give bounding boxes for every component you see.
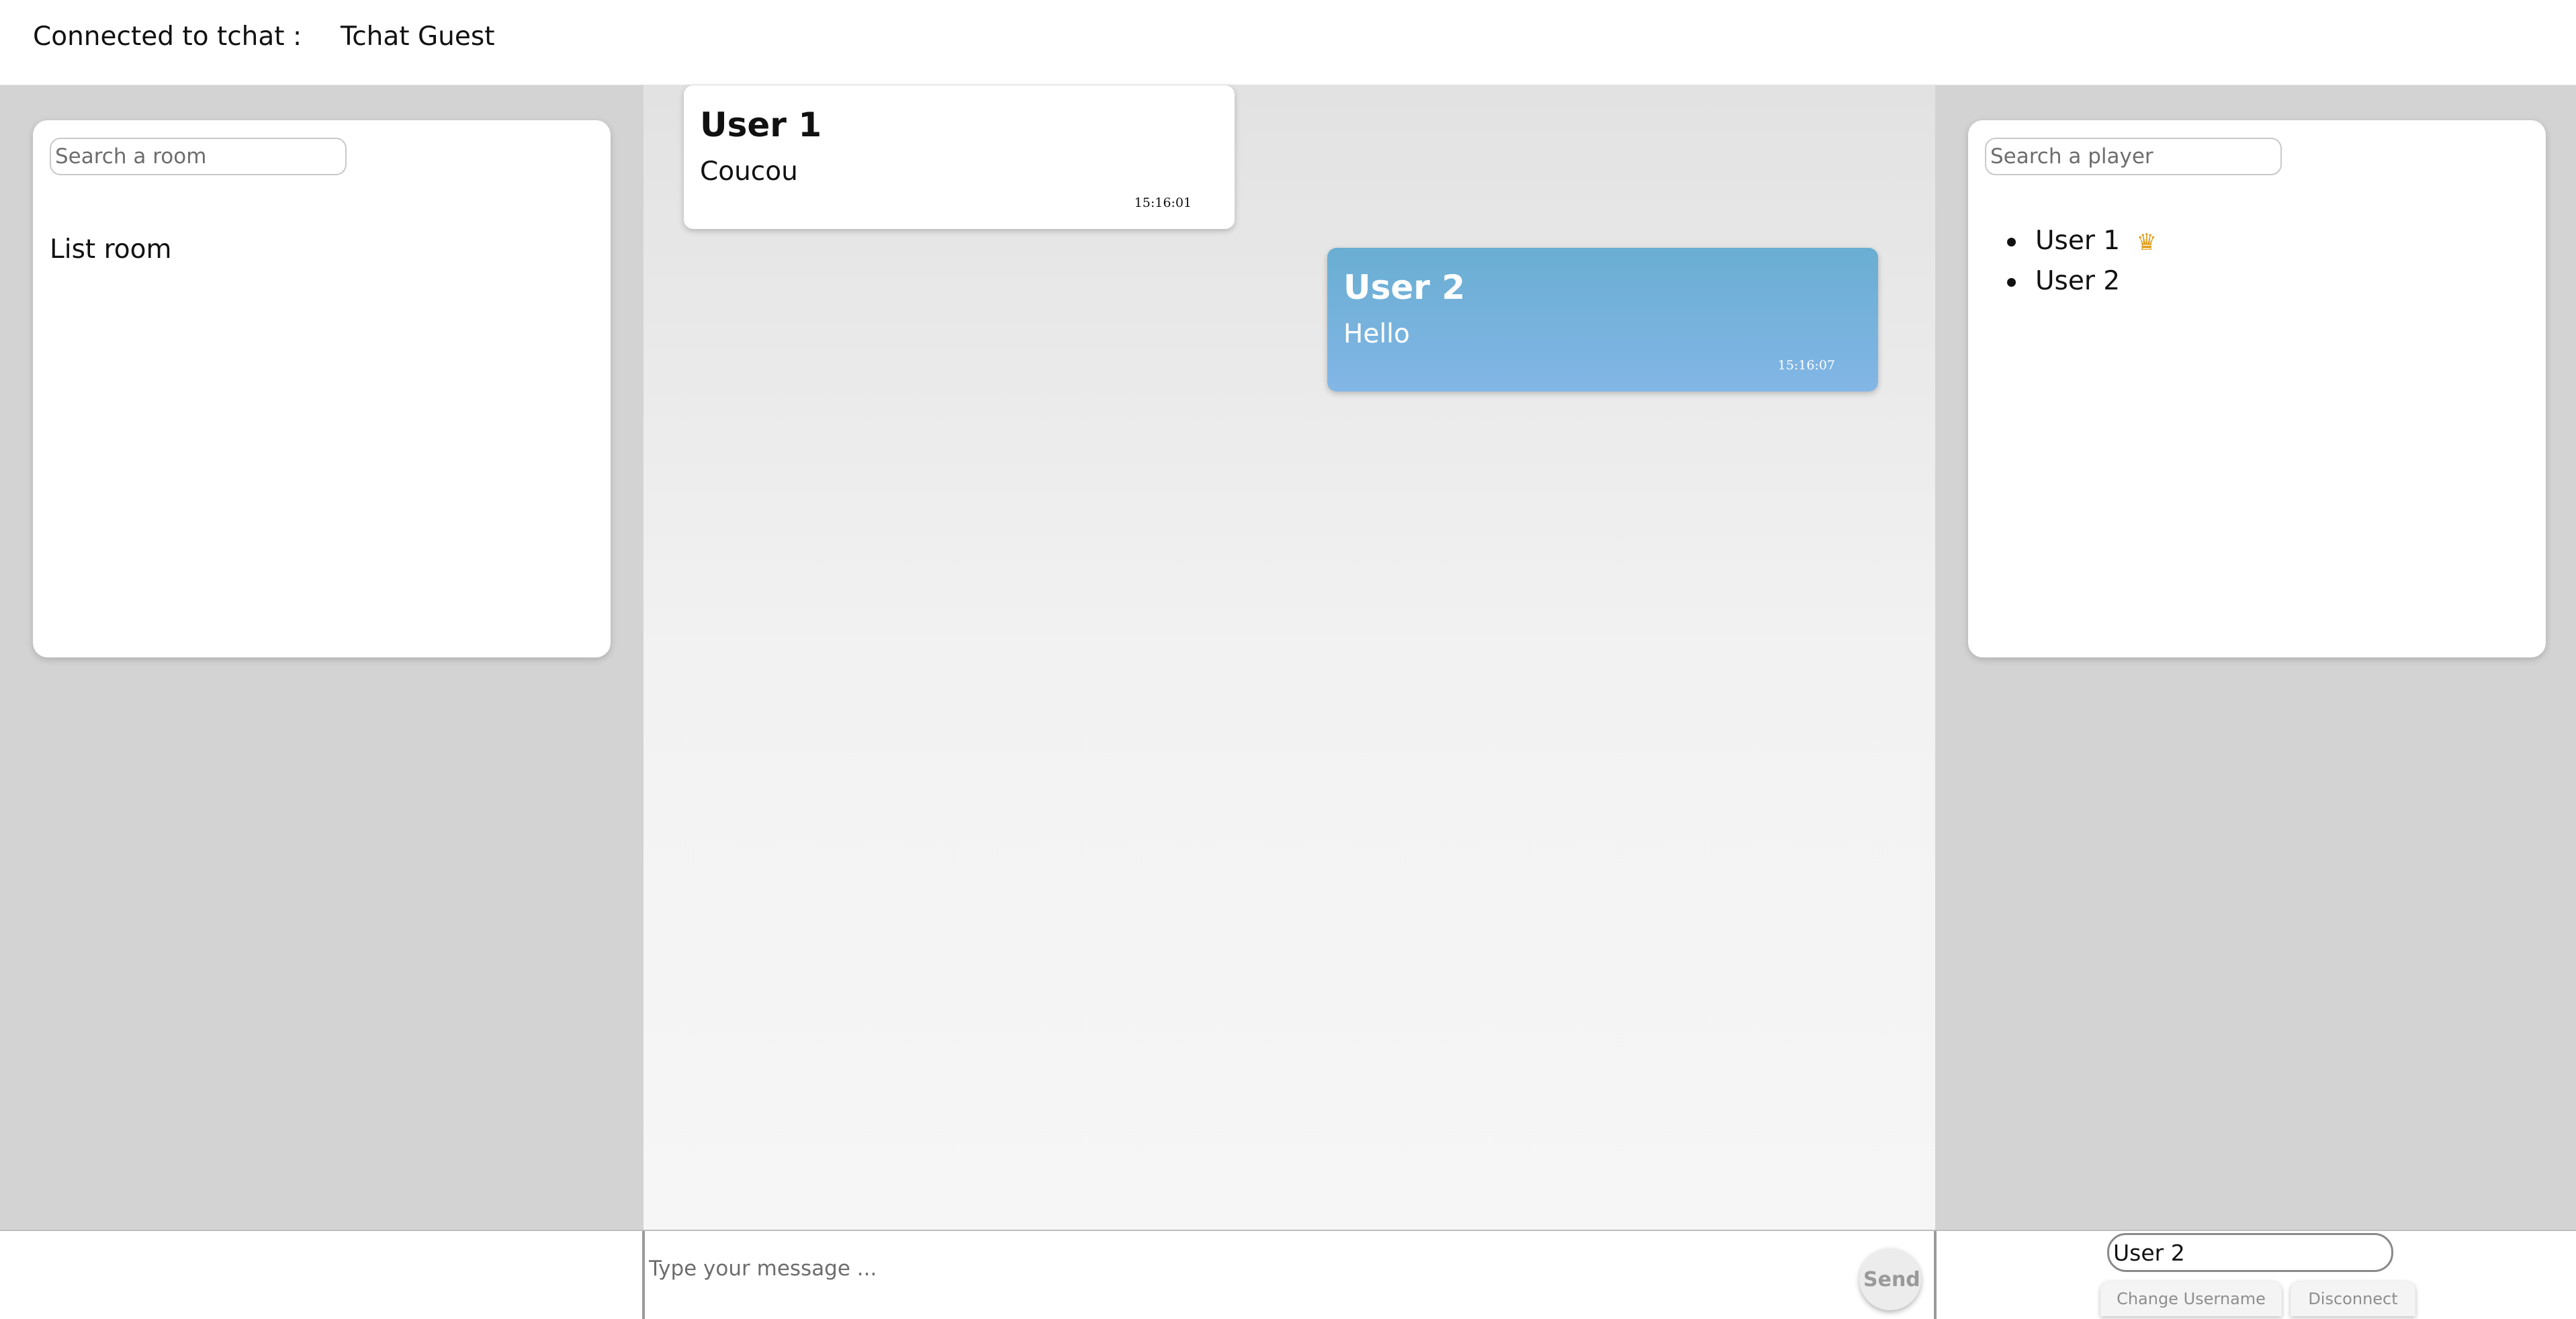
- room-name: Tchat Guest: [341, 21, 495, 52]
- message-time: 15:16:07: [1777, 358, 1835, 373]
- username-input[interactable]: [2107, 1233, 2393, 1272]
- disconnect-button[interactable]: Disconnect: [2291, 1281, 2415, 1316]
- message-text: Coucou: [700, 156, 798, 187]
- message-time: 15:16:01: [1134, 195, 1192, 210]
- message-bubble: User 1 Coucou 15:16:01: [684, 85, 1235, 229]
- room-list-title: List room: [50, 234, 172, 265]
- message-author: User 1: [700, 105, 822, 144]
- own-message-bubble: User 2 Hello 15:16:07: [1327, 248, 1878, 392]
- send-button[interactable]: Send: [1859, 1248, 1921, 1310]
- players-panel: User 1 ♛ User 2: [1968, 120, 2546, 657]
- message-author: User 2: [1343, 268, 1466, 307]
- player-name: User 1: [2035, 226, 2121, 256]
- rooms-sidebar: List room: [0, 85, 643, 1230]
- room-search-input[interactable]: [50, 138, 347, 175]
- message-input[interactable]: [645, 1244, 1859, 1293]
- chat-messages-area[interactable]: User 1 Coucou 15:16:01 User 2 Hello 15:1…: [643, 85, 1935, 1230]
- message-text: Hello: [1343, 319, 1410, 349]
- player-search-input[interactable]: [1985, 138, 2282, 175]
- player-name: User 2: [2035, 266, 2121, 296]
- rooms-panel: List room: [33, 120, 611, 657]
- crown-icon: ♛: [2136, 228, 2157, 256]
- players-sidebar: User 1 ♛ User 2: [1935, 85, 2576, 1230]
- player-list: User 1 ♛ User 2: [1988, 221, 2157, 302]
- footer-bar: Send Change Username Disconnect: [0, 1230, 2576, 1319]
- player-item[interactable]: User 2: [1988, 261, 2157, 302]
- change-username-button[interactable]: Change Username: [2100, 1281, 2282, 1316]
- header-bar: Connected to tchat : Tchat Guest: [0, 0, 2576, 85]
- connection-label: Connected to tchat :: [33, 21, 302, 52]
- player-item[interactable]: User 1 ♛: [1988, 221, 2157, 261]
- message-composer: Send: [642, 1231, 1937, 1319]
